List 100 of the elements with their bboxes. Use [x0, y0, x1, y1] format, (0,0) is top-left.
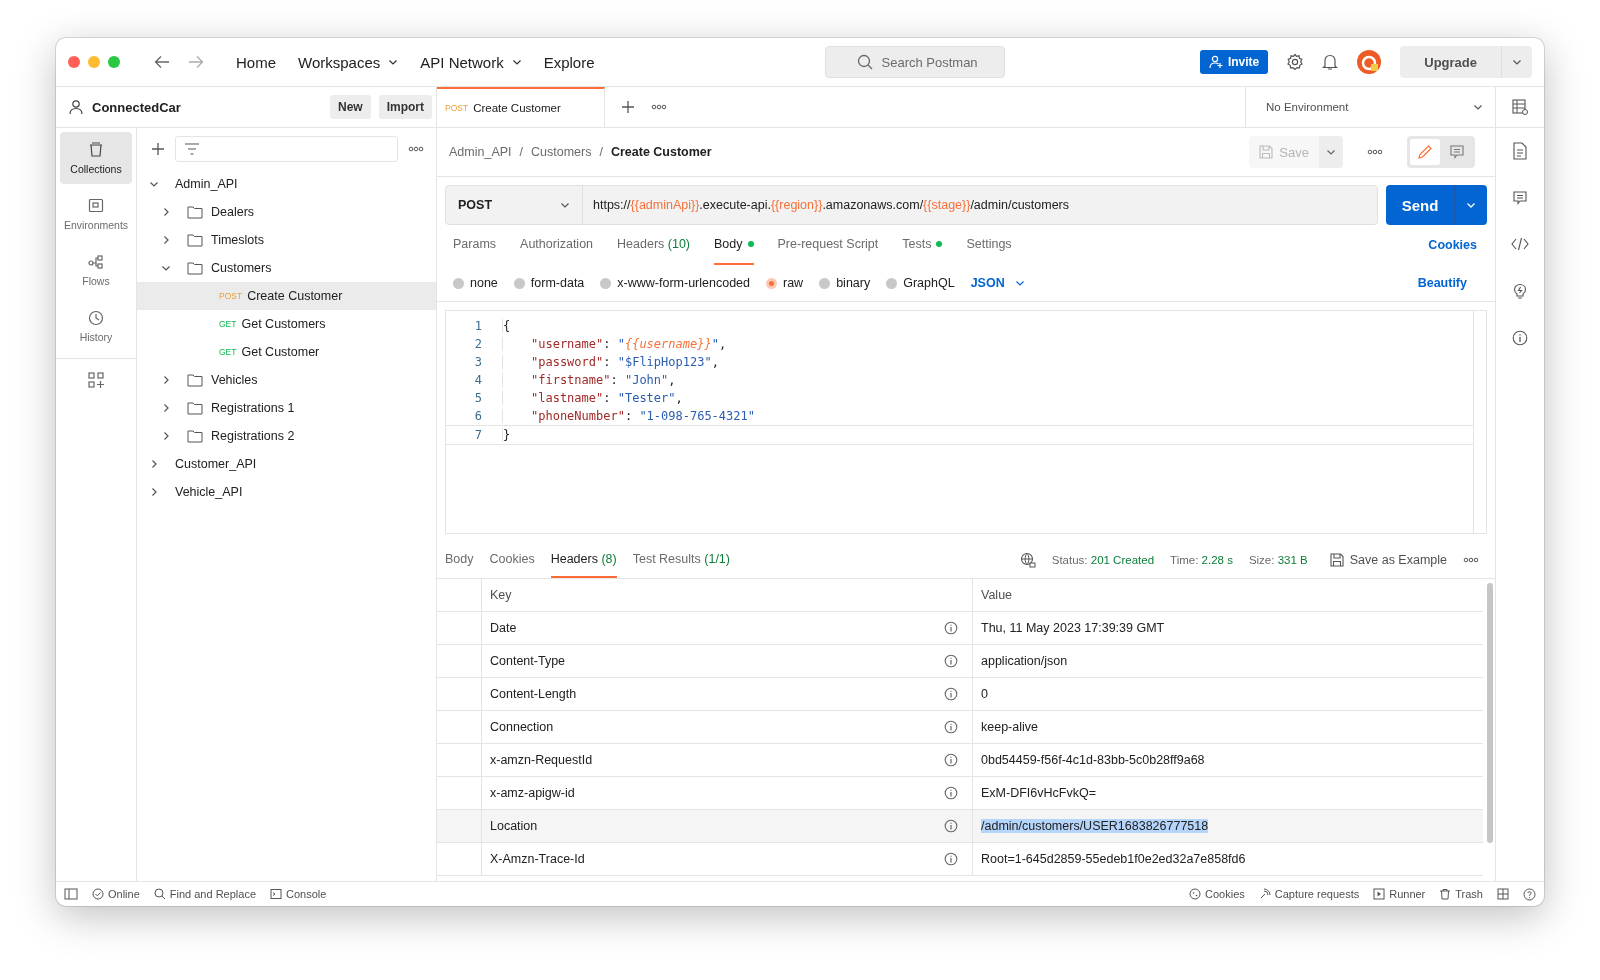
collection-name[interactable]: Customer_API	[175, 457, 257, 471]
chevron-right-icon[interactable]	[149, 487, 159, 497]
back-arrow-icon[interactable]	[154, 55, 170, 69]
info-icon[interactable]	[944, 654, 958, 668]
more-options-icon[interactable]	[1463, 557, 1479, 563]
folder-name[interactable]: Timeslots	[211, 233, 264, 247]
plus-icon[interactable]	[151, 142, 165, 156]
environment-quick-look-icon[interactable]	[1511, 98, 1529, 116]
chevron-down-icon[interactable]	[511, 57, 522, 67]
lightbulb-icon[interactable]	[1511, 282, 1529, 300]
more-options-icon[interactable]	[651, 104, 667, 110]
info-icon[interactable]	[944, 852, 958, 866]
globe-lock-icon[interactable]	[1019, 552, 1036, 568]
chevron-down-icon[interactable]	[388, 57, 399, 67]
info-icon[interactable]	[944, 786, 958, 800]
collection-name[interactable]: Admin_API	[175, 177, 238, 191]
breadcrumb-item[interactable]: Admin_API	[449, 145, 512, 159]
plus-icon[interactable]	[621, 100, 635, 114]
status-bar-item[interactable]: Runner	[1389, 888, 1426, 900]
request-item[interactable]: GET Get Customer	[137, 338, 436, 366]
request-section-tab[interactable]: Pre-request Script	[777, 225, 879, 265]
chevron-right-icon[interactable]	[161, 403, 171, 413]
folder-name[interactable]: Registrations 2	[211, 429, 295, 443]
folder-name[interactable]: Customers	[211, 261, 272, 275]
status-bar-item[interactable]: Cookies	[1205, 888, 1245, 900]
chevron-down-icon[interactable]	[1512, 57, 1522, 67]
collection-name[interactable]: Vehicle_API	[175, 485, 243, 499]
status-bar-item[interactable]: Console	[286, 888, 327, 900]
workspace-button[interactable]: New	[329, 95, 371, 119]
body-type-radio[interactable]: none	[453, 276, 498, 290]
sidebar-tab[interactable]: Environments	[60, 188, 132, 240]
invite-button[interactable]: Invite	[1199, 50, 1269, 74]
environment-dropdown[interactable]: No Environment	[1245, 87, 1495, 127]
sidebar-tab[interactable]: History	[60, 300, 132, 352]
nav-menu-item[interactable]: Workspaces	[298, 53, 381, 71]
settings-icon[interactable]	[1286, 53, 1305, 71]
sidebar-tab[interactable]: Collections	[60, 132, 132, 184]
close-window-icon[interactable]	[68, 56, 80, 68]
more-options-icon[interactable]	[408, 146, 424, 152]
status-bar-item[interactable]: Online	[108, 888, 140, 900]
folder-name[interactable]: Registrations 1	[211, 401, 295, 415]
status-bar-item[interactable]: Capture requests	[1274, 888, 1360, 900]
body-type-radio[interactable]: form-data	[513, 276, 585, 290]
info-icon[interactable]	[944, 720, 958, 734]
body-type-radio[interactable]: x-www-form-urlencoded	[600, 276, 750, 290]
chevron-down-icon[interactable]	[161, 263, 171, 273]
info-icon[interactable]	[944, 753, 958, 767]
breadcrumb-item[interactable]: Create Customer	[610, 145, 712, 159]
request-item[interactable]: POST Create Customer	[137, 282, 436, 310]
edit-mode-toggle[interactable]	[1410, 139, 1440, 165]
response-section-tab[interactable]: Test Results (1/1)	[632, 542, 730, 578]
response-section-tab[interactable]: Cookies	[489, 542, 535, 578]
sidebar-tab[interactable]: Flows	[60, 244, 132, 296]
request-section-tab[interactable]: Body	[714, 225, 754, 265]
add-widgets-icon[interactable]	[87, 371, 105, 389]
body-type-radio[interactable]: raw	[766, 276, 804, 290]
workspace-button[interactable]: Import	[378, 95, 432, 119]
request-section-tab[interactable]: Tests	[902, 225, 943, 265]
document-icon[interactable]	[1512, 142, 1528, 160]
chevron-down-icon[interactable]	[149, 179, 159, 189]
beautify-link[interactable]: Beautify	[1417, 276, 1477, 290]
folder-name[interactable]: Dealers	[211, 205, 255, 219]
body-type-radio[interactable]: binary	[819, 276, 871, 290]
request-item[interactable]: GET Get Customers	[137, 310, 436, 338]
request-tab[interactable]: POST Create Customer	[437, 87, 605, 127]
notification-bell-icon[interactable]	[1322, 53, 1339, 71]
status-bar-item[interactable]: Trash	[1455, 888, 1483, 900]
info-icon[interactable]	[944, 819, 958, 833]
cookies-link[interactable]: Cookies	[1428, 238, 1487, 252]
nav-menu-item[interactable]: Explore	[543, 53, 595, 71]
nav-menu-item[interactable]: API Network	[420, 53, 504, 71]
filter-field[interactable]	[175, 136, 398, 162]
help-icon[interactable]	[1523, 887, 1536, 901]
code-editor[interactable]: 1 { 2 "username": "{{username}}", 3 "password": "$FlipHop123", 4 "firstname": "John", 5 "lastname": "Tester", 6 "phoneNumber": "1-098-765-4321" 7 }	[445, 310, 1487, 534]
response-section-tab[interactable]: Body	[437, 542, 474, 578]
save-as-example-button[interactable]: Save as Example	[1329, 553, 1447, 567]
more-options-icon[interactable]	[1367, 149, 1383, 155]
request-section-tab[interactable]: Params	[453, 225, 497, 265]
comment-icon[interactable]	[1512, 190, 1528, 206]
request-section-tab[interactable]: Settings	[966, 225, 1012, 265]
info-icon[interactable]	[944, 621, 958, 635]
nav-menu-item[interactable]: Home	[236, 53, 276, 71]
chevron-right-icon[interactable]	[161, 375, 171, 385]
response-section-tab[interactable]: Headers (8)	[550, 542, 617, 578]
request-section-tab[interactable]: Authorization	[520, 225, 594, 265]
request-section-tab[interactable]: Headers (10)	[617, 225, 690, 265]
sidebar-toggle-icon[interactable]	[64, 888, 78, 900]
chevron-right-icon[interactable]	[149, 459, 159, 469]
chevron-right-icon[interactable]	[161, 207, 171, 217]
status-bar-item[interactable]: Find and Replace	[169, 888, 257, 900]
search-field[interactable]: Search Postman	[824, 46, 1005, 78]
layout-icon[interactable]	[1497, 888, 1509, 900]
body-type-radio[interactable]: GraphQL	[886, 276, 955, 290]
folder-name[interactable]: Vehicles	[211, 373, 258, 387]
code-icon[interactable]	[1511, 236, 1529, 252]
breadcrumb-item[interactable]: Customers	[531, 145, 592, 159]
info-icon[interactable]	[1512, 330, 1528, 346]
chevron-right-icon[interactable]	[161, 235, 171, 245]
format-dropdown[interactable]: JSON	[970, 276, 1025, 290]
info-icon[interactable]	[944, 687, 958, 701]
